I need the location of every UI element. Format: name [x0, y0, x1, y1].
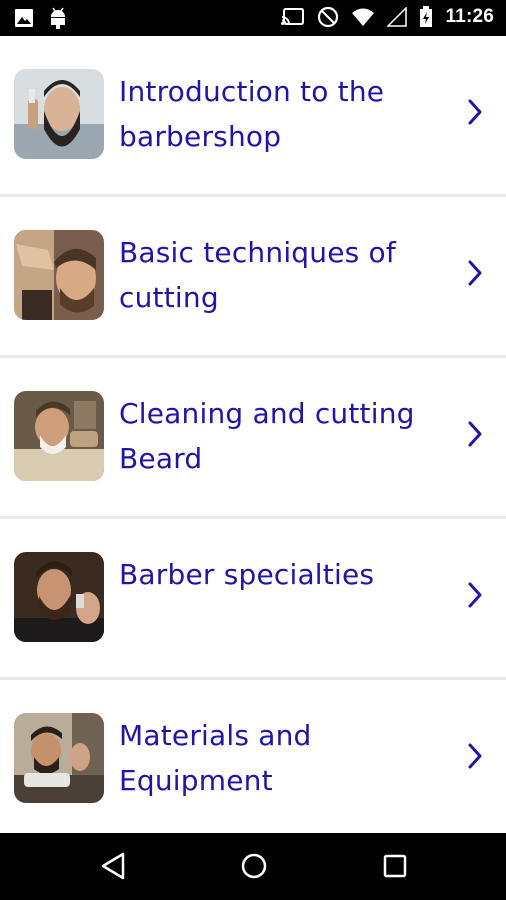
app-screen: 11:26 Introduction to the barbershop Bas… — [0, 0, 506, 900]
android-icon — [48, 7, 68, 29]
lesson-list: Introduction to the barbershop Basic tec… — [0, 36, 506, 833]
home-button[interactable] — [239, 851, 269, 885]
list-item-title: Cleaning and cutting Beard — [119, 397, 415, 475]
chevron-right-icon — [466, 420, 484, 452]
barber-chair-photo — [14, 713, 104, 803]
status-time: 11:26 — [445, 6, 494, 27]
list-item[interactable]: Cleaning and cutting Beard — [0, 358, 506, 519]
home-circle-icon — [241, 853, 267, 879]
chevron-right-icon — [466, 259, 484, 291]
beard-shave-photo — [14, 391, 104, 481]
back-triangle-icon — [101, 852, 125, 880]
list-item[interactable]: Materials and Equipment — [0, 680, 506, 833]
list-item-title: Introduction to the barbershop — [119, 75, 385, 153]
cast-icon — [281, 7, 305, 27]
list-item-title: Basic techniques of cutting — [119, 236, 396, 314]
recents-square-icon — [383, 854, 407, 878]
list-item[interactable]: Basic techniques of cutting — [0, 197, 506, 358]
chevron-right-icon — [466, 742, 484, 774]
battery-icon — [419, 6, 433, 28]
haircut-photo — [14, 230, 104, 320]
chevron-right-icon — [466, 98, 484, 130]
recents-button[interactable] — [380, 851, 410, 885]
list-item-title: Materials and Equipment — [119, 719, 312, 797]
list-item-title: Barber specialties — [119, 558, 375, 591]
status-bar: 11:26 — [0, 0, 506, 36]
beard-trim-photo — [14, 552, 104, 642]
do-not-disturb-icon — [317, 6, 339, 28]
chevron-right-icon — [466, 581, 484, 613]
bearded-man-photo — [14, 69, 104, 159]
list-item[interactable]: Introduction to the barbershop — [0, 36, 506, 197]
wifi-icon — [351, 7, 375, 27]
back-button[interactable] — [99, 851, 127, 885]
image-icon — [14, 8, 34, 28]
list-item[interactable]: Barber specialties — [0, 519, 506, 680]
signal-icon — [387, 7, 408, 27]
system-nav-bar — [0, 833, 506, 900]
